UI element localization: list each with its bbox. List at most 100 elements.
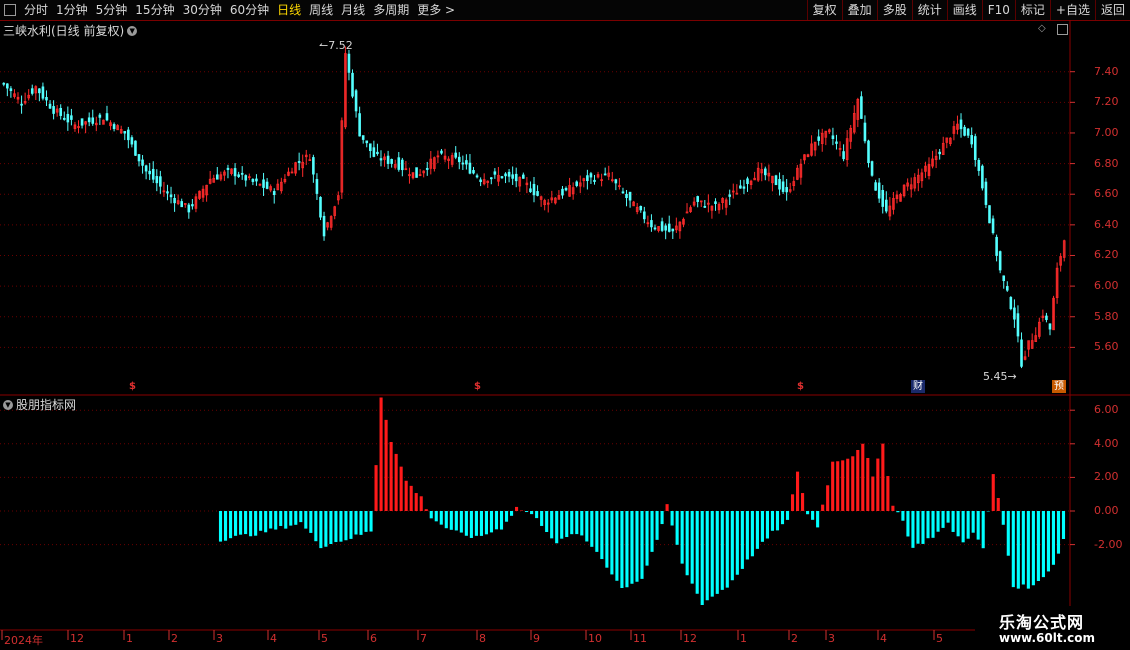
date-tick-label: 1 bbox=[740, 632, 747, 645]
candle-body bbox=[817, 136, 820, 141]
candle-body bbox=[764, 168, 767, 176]
indicator-title: 股朋指标网 bbox=[16, 398, 77, 412]
candle-body bbox=[166, 191, 169, 194]
candle-body bbox=[628, 191, 632, 201]
date-tick-label: 3 bbox=[216, 632, 223, 645]
candle-body bbox=[141, 159, 144, 166]
indicator-panel-title: ▼ 股朋指标网 bbox=[3, 396, 76, 413]
candle-body bbox=[415, 167, 418, 178]
candle-body bbox=[59, 107, 63, 116]
candle-body bbox=[532, 183, 536, 196]
price-tick-label: 5.60 bbox=[1094, 340, 1119, 354]
candle-body bbox=[1016, 313, 1020, 337]
candle-body bbox=[6, 83, 9, 89]
candle-body bbox=[614, 179, 618, 184]
low-price-label: 5.45→ bbox=[983, 370, 1017, 383]
candle-body bbox=[874, 182, 877, 191]
candle-body bbox=[351, 72, 354, 97]
date-tick-label: 2024年 bbox=[4, 634, 43, 647]
candle-body bbox=[151, 168, 155, 180]
candle-body bbox=[379, 158, 383, 161]
date-tick-label: 7 bbox=[420, 632, 427, 645]
candle-body bbox=[536, 191, 539, 196]
axis-ticks bbox=[1, 71, 1075, 640]
indicator-histogram bbox=[218, 397, 1066, 606]
candle-body bbox=[603, 173, 607, 176]
candle-body bbox=[479, 179, 482, 182]
date-tick-label: 6 bbox=[370, 632, 377, 645]
candle-body bbox=[739, 185, 742, 189]
candle-body bbox=[159, 176, 162, 187]
candle-body bbox=[831, 135, 835, 140]
candle-body bbox=[1048, 323, 1052, 330]
candle-body bbox=[781, 181, 785, 192]
panel-maximize-icon[interactable] bbox=[1057, 24, 1068, 35]
candle-body bbox=[315, 179, 319, 194]
price-tick-label: 7.00 bbox=[1094, 125, 1119, 139]
candle-body bbox=[465, 160, 468, 165]
date-tick-label: 12 bbox=[683, 632, 697, 645]
chevron-down-icon[interactable]: ▼ bbox=[127, 25, 138, 36]
candle-body bbox=[884, 199, 888, 212]
candle-body bbox=[322, 215, 326, 237]
indicator-tick-label: 4.00 bbox=[1094, 436, 1119, 450]
candle-body bbox=[998, 251, 1002, 271]
candle-body bbox=[240, 172, 244, 175]
stock-chart bbox=[0, 20, 1130, 650]
candle-body bbox=[62, 117, 66, 120]
dividend-marker[interactable]: $ bbox=[797, 381, 804, 392]
candle-body bbox=[1009, 297, 1013, 310]
price-tick-label: 6.40 bbox=[1094, 217, 1119, 231]
candle-body bbox=[973, 136, 977, 160]
candle-body bbox=[134, 140, 137, 156]
watermark-title: 乐淘公式网 bbox=[999, 613, 1085, 632]
candle-body bbox=[504, 173, 507, 177]
candle-body bbox=[2, 82, 6, 85]
candle-body bbox=[386, 155, 390, 164]
candle-body bbox=[265, 181, 269, 189]
candlestick-series bbox=[2, 46, 1066, 369]
financial-report-badge[interactable]: 财 bbox=[911, 380, 925, 393]
candle-body bbox=[703, 205, 707, 208]
candle-body bbox=[468, 162, 472, 174]
security-title: 三峡水利(日线 前复权) bbox=[3, 24, 125, 38]
candle-body bbox=[984, 181, 988, 205]
dividend-marker[interactable]: $ bbox=[129, 381, 136, 392]
candle-body bbox=[440, 150, 443, 154]
candle-body bbox=[372, 147, 376, 157]
candle-body bbox=[425, 168, 429, 170]
candle-body bbox=[696, 196, 699, 202]
forecast-badge[interactable]: 预 bbox=[1052, 380, 1066, 393]
candle-body bbox=[728, 194, 732, 197]
price-tick-label: 6.00 bbox=[1094, 279, 1119, 293]
candle-body bbox=[1013, 307, 1016, 320]
candle-body bbox=[123, 131, 127, 134]
candle-body bbox=[457, 156, 461, 163]
candle-body bbox=[511, 174, 514, 179]
candle-body bbox=[454, 152, 458, 158]
candle-body bbox=[1002, 275, 1006, 282]
chevron-down-icon[interactable]: ▼ bbox=[3, 399, 13, 410]
candle-body bbox=[685, 211, 689, 214]
candle-body bbox=[522, 174, 525, 179]
main-panel-title: 三峡水利(日线 前复权) ▼ bbox=[3, 22, 140, 39]
candle-body bbox=[1045, 315, 1048, 320]
diamond-icon[interactable]: ◇ bbox=[1038, 23, 1046, 34]
candle-body bbox=[586, 175, 589, 182]
candle-body bbox=[48, 103, 52, 109]
date-tick-label: 2 bbox=[791, 632, 798, 645]
candle-body bbox=[966, 128, 970, 136]
candle-body bbox=[272, 191, 276, 195]
high-price-label: ↼7.52 bbox=[319, 39, 353, 52]
dividend-marker[interactable]: $ bbox=[474, 381, 481, 392]
candle-body bbox=[237, 174, 240, 177]
candle-body bbox=[41, 86, 45, 99]
watermark-url: www.60lt.com bbox=[999, 631, 1096, 645]
candle-body bbox=[475, 175, 479, 178]
candle-body bbox=[653, 227, 657, 230]
candle-body bbox=[376, 151, 379, 155]
indicator-gridlines bbox=[0, 409, 1070, 546]
candle-body bbox=[233, 168, 237, 177]
candle-body bbox=[297, 161, 301, 163]
candle-body bbox=[981, 165, 984, 189]
